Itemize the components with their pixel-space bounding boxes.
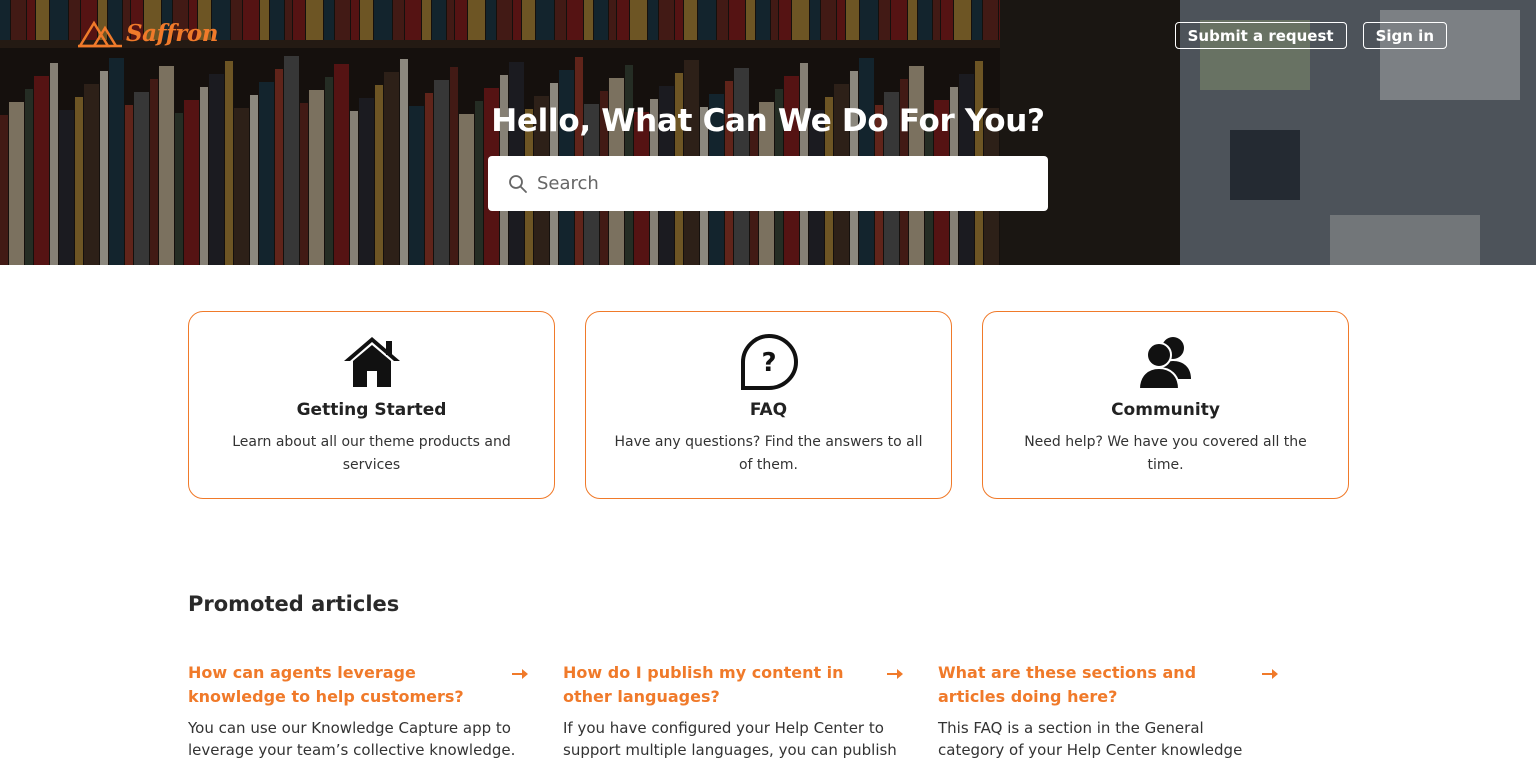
users-icon	[1137, 337, 1191, 390]
category-cards: Getting Started Learn about all our them…	[188, 311, 1349, 499]
card-description: Learn about all our theme products and s…	[232, 434, 511, 473]
submit-request-button[interactable]: Submit a request	[1174, 22, 1347, 49]
card-title: Getting Started	[296, 400, 447, 420]
article-link[interactable]: How can agents leverage knowledge to hel…	[188, 661, 528, 709]
house-icon	[343, 337, 400, 387]
article-title[interactable]: How do I publish my content in other lan…	[563, 661, 881, 709]
card-community[interactable]: Community Need help? We have you covered…	[982, 311, 1349, 499]
arrow-right-icon	[512, 669, 528, 679]
article-item: What are these sections and articles doi…	[938, 661, 1278, 763]
card-title: FAQ	[749, 400, 788, 420]
promoted-articles-heading: Promoted articles	[188, 592, 400, 616]
arrow-right-icon	[887, 669, 903, 679]
mountain-logo-icon	[78, 20, 122, 48]
sign-in-button[interactable]: Sign in	[1362, 22, 1447, 49]
article-excerpt: You can use our Knowledge Capture app to…	[188, 719, 516, 759]
article-link[interactable]: What are these sections and articles doi…	[938, 661, 1278, 709]
question-bubble-icon: ?	[740, 333, 798, 390]
article-item: How can agents leverage knowledge to hel…	[188, 661, 528, 763]
search-box[interactable]	[488, 156, 1048, 211]
article-title[interactable]: What are these sections and articles doi…	[938, 661, 1256, 709]
article-link[interactable]: How do I publish my content in other lan…	[563, 661, 903, 709]
card-title: Community	[1111, 400, 1220, 420]
header-actions: Submit a request Sign in	[1174, 22, 1447, 49]
brand-name: Saffron	[126, 19, 218, 47]
card-description: Need help? We have you covered all the t…	[1024, 434, 1307, 473]
article-title[interactable]: How can agents leverage knowledge to hel…	[188, 661, 506, 709]
card-description: Have any questions? Find the answers to …	[614, 434, 923, 473]
article-excerpt: This FAQ is a section in the General cat…	[938, 719, 1243, 759]
svg-text:?: ?	[761, 348, 776, 378]
hero-banner: Saffron Submit a request Sign in Hello, …	[0, 0, 1536, 265]
card-getting-started[interactable]: Getting Started Learn about all our them…	[188, 311, 555, 499]
arrow-right-icon	[1262, 669, 1278, 679]
card-faq[interactable]: ? FAQ Have any questions? Find the answe…	[585, 311, 952, 499]
hero-title: Hello, What Can We Do For You?	[491, 103, 1045, 139]
promoted-articles-list: How can agents leverage knowledge to hel…	[188, 661, 1278, 763]
article-item: How do I publish my content in other lan…	[563, 661, 903, 763]
article-excerpt: If you have configured your Help Center …	[563, 719, 897, 759]
search-input[interactable]	[537, 173, 1017, 194]
brand-logo[interactable]: Saffron	[78, 17, 218, 49]
search-icon	[509, 174, 527, 193]
